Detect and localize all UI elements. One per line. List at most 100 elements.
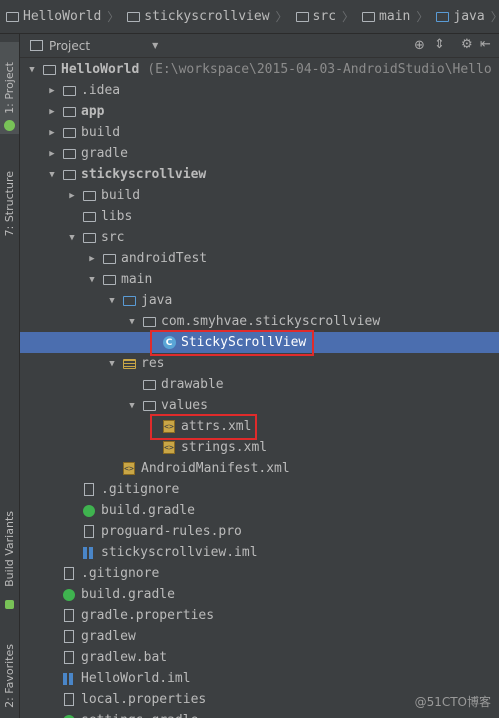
text-file-icon <box>62 651 76 665</box>
tree-node[interactable]: proguard-rules.pro <box>20 521 499 542</box>
tab-structure[interactable]: 7: Structure <box>0 154 19 254</box>
tree-node[interactable]: ▶ build <box>20 122 499 143</box>
breadcrumb-separator: 〉 <box>107 10 120 24</box>
breadcrumb-item[interactable]: main <box>356 5 414 29</box>
expand-arrow-icon[interactable]: ▼ <box>126 400 138 412</box>
breadcrumb-item[interactable]: java <box>430 5 488 29</box>
tree-node[interactable]: ▼ values <box>20 395 499 416</box>
breadcrumb-separator: 〉 <box>416 10 429 24</box>
collapse-arrow-icon[interactable]: ▶ <box>66 190 78 202</box>
expand-arrow-icon[interactable]: ▼ <box>46 169 58 181</box>
expand-arrow-icon[interactable]: ▼ <box>26 64 38 76</box>
project-view-icon <box>30 40 43 51</box>
tree-node[interactable]: ▶ .idea <box>20 80 499 101</box>
resource-folder-icon <box>122 357 136 371</box>
text-file-icon <box>62 609 76 623</box>
tree-node-label: HelloWorld <box>61 62 140 77</box>
expand-arrow-icon[interactable]: ▼ <box>86 274 98 286</box>
tree-node-label: build.gradle <box>101 503 195 518</box>
collapse-arrow-icon[interactable]: ▶ <box>46 106 58 118</box>
android-icon <box>4 120 15 131</box>
tree-node[interactable]: ▶ gradle <box>20 143 499 164</box>
text-file-icon <box>82 483 96 497</box>
collapse-icon[interactable]: ⇕ <box>434 37 445 52</box>
text-file-icon <box>62 693 76 707</box>
hide-panel-icon[interactable]: ⇤ <box>480 37 491 52</box>
tree-node[interactable]: libs <box>20 206 499 227</box>
tree-node-label: proguard-rules.pro <box>101 524 242 539</box>
tree-node[interactable]: ▼ res <box>20 353 499 374</box>
tree-node[interactable]: ▼ java <box>20 290 499 311</box>
tree-node[interactable]: ▼ src <box>20 227 499 248</box>
tree-node-label: .gitignore <box>81 566 160 581</box>
tree-node-label: HelloWorld.iml <box>81 671 191 686</box>
iml-file-icon <box>82 546 96 560</box>
tree-node[interactable]: ▶ app <box>20 101 499 122</box>
breadcrumb-label: main <box>379 9 411 24</box>
tree-node[interactable]: ▼ com.smyhvae.stickyscrollview <box>20 311 499 332</box>
collapse-arrow-icon[interactable]: ▶ <box>46 85 58 97</box>
folder-icon <box>62 105 76 119</box>
project-path: (E:\workspace\2015-04-03-AndroidStudio\H… <box>147 62 492 77</box>
folder-icon <box>62 168 76 182</box>
tree-node-label: com.smyhvae.stickyscrollview <box>161 314 381 329</box>
breadcrumb-label: java <box>453 9 485 24</box>
expand-arrow-icon[interactable]: ▼ <box>106 295 118 307</box>
tab-favorites[interactable]: 2: Favorites <box>0 634 19 718</box>
tree-node[interactable]: stickyscrollview.iml <box>20 542 499 563</box>
folder-icon <box>142 378 156 392</box>
tree-node[interactable]: .gitignore <box>20 479 499 500</box>
tree-node[interactable]: <> attrs.xml <box>20 416 499 437</box>
tree-node-label: AndroidManifest.xml <box>141 461 290 476</box>
project-view-selector[interactable]: Project <box>49 39 90 53</box>
gradle-icon <box>62 714 76 718</box>
tree-node-label: app <box>81 104 105 119</box>
gradle-icon <box>62 588 76 602</box>
collapse-arrow-icon[interactable]: ▶ <box>46 148 58 160</box>
tree-node[interactable]: build.gradle <box>20 500 499 521</box>
tree-node[interactable]: ▼ HelloWorld (E:\workspace\2015-04-03-Andr… <box>20 59 499 80</box>
dropdown-arrow-icon[interactable]: ▼ <box>152 41 158 50</box>
breadcrumb-item[interactable]: stickyscrollview <box>121 5 273 29</box>
tree-node[interactable]: <> strings.xml <box>20 437 499 458</box>
tab-build-variants[interactable]: Build Variants <box>0 489 19 609</box>
sync-icon[interactable]: ⊕ <box>414 38 425 53</box>
tree-node[interactable]: ▶ androidTest <box>20 248 499 269</box>
tree-node[interactable]: gradlew <box>20 626 499 647</box>
folder-icon <box>82 231 96 245</box>
tree-node[interactable]: drawable <box>20 374 499 395</box>
expand-arrow-icon[interactable]: ▼ <box>106 358 118 370</box>
tree-node[interactable]: ▼ main <box>20 269 499 290</box>
expand-arrow-icon[interactable]: ▼ <box>66 232 78 244</box>
tree-node[interactable]: gradlew.bat <box>20 647 499 668</box>
tree-node[interactable]: gradle.properties <box>20 605 499 626</box>
tree-node[interactable]: <> AndroidManifest.xml <box>20 458 499 479</box>
collapse-arrow-icon[interactable]: ▶ <box>86 253 98 265</box>
breadcrumb-label: HelloWorld <box>23 9 102 24</box>
tree-node-label: build.gradle <box>81 587 175 602</box>
tree-node[interactable]: ▶ build <box>20 185 499 206</box>
tree-node[interactable]: .gitignore <box>20 563 499 584</box>
breadcrumb-item[interactable]: src <box>290 5 340 29</box>
breadcrumb-item[interactable]: HelloWorld <box>0 5 105 29</box>
tree-node-label: gradlew.bat <box>81 650 168 665</box>
tree-node[interactable]: build.gradle <box>20 584 499 605</box>
text-file-icon <box>62 567 76 581</box>
tree-node[interactable]: settings.gradle <box>20 710 499 718</box>
tree-node[interactable]: ▼ stickyscrollview <box>20 164 499 185</box>
expand-arrow-icon[interactable]: ▼ <box>126 316 138 328</box>
collapse-arrow-icon[interactable]: ▶ <box>46 127 58 139</box>
tab-build-variants-label: Build Variants <box>3 511 16 587</box>
tab-structure-label: 7: Structure <box>3 171 16 237</box>
settings-gear-icon[interactable]: ⚙ <box>461 37 473 52</box>
module-folder-icon <box>127 11 141 22</box>
tree-node[interactable]: HelloWorld.iml <box>20 668 499 689</box>
breadcrumb-label: stickyscrollview <box>144 9 270 24</box>
tree-node-label: java <box>141 293 173 308</box>
